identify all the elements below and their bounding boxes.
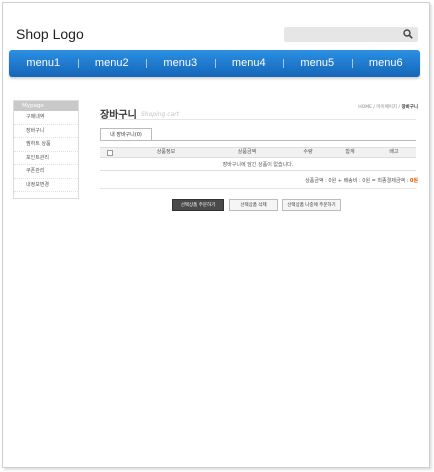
breadcrumb-current: 장바구니 [401, 105, 418, 110]
search-icon[interactable] [403, 29, 413, 39]
empty-cart-message: 장바구니에 담긴 상품이 없습니다. [100, 159, 416, 171]
final-amount-label: = 최종결제금액 : [370, 178, 410, 184]
page-subtitle: Shoping cart [141, 111, 180, 118]
shop-logo[interactable]: Shop Logo [16, 26, 84, 42]
column-note: 배고 [389, 149, 399, 155]
nav-item-menu6[interactable]: menu6 [351, 50, 421, 77]
nav-item-menu1[interactable]: menu1 [9, 50, 78, 77]
nav-item-menu3[interactable]: menu3 [146, 50, 215, 77]
nav-item-menu2[interactable]: menu2 [77, 50, 147, 77]
sidebar-item-wishlist[interactable]: 찜하트 상품 [14, 138, 78, 152]
shipping-fee-label: + 배송비 : [336, 178, 363, 184]
title-divider [100, 119, 416, 120]
order-later-button[interactable]: 선택상품 나중에 주문하기 [282, 199, 341, 211]
sidebar-item-orders[interactable]: 구매내역 [14, 111, 78, 125]
search-input[interactable] [284, 27, 418, 42]
breadcrumb-mypage[interactable]: 마이페이지 [376, 105, 397, 110]
tab-divider [100, 140, 416, 141]
order-selected-button[interactable]: 선택상품 주문하기 [172, 199, 224, 211]
nav-item-menu4[interactable]: menu4 [214, 50, 284, 77]
cart-totals: 상품금액 : 0원 + 배송비 : 0원 = 최종결제금액 : 0원 [305, 177, 418, 184]
sidebar-item-points[interactable]: 포인트관리 [14, 152, 78, 165]
sidebar-item-profile[interactable]: 내정보변경 [14, 179, 78, 192]
shipping-fee-value: 0원 [362, 178, 371, 184]
breadcrumb: HOME / 마이페이지 / 장바구니 [358, 104, 418, 110]
final-amount-value: 0원 [409, 178, 418, 184]
column-product-price: 상품금액 [237, 149, 257, 155]
column-quantity: 수량 [303, 149, 313, 155]
main-nav: menu1 menu2 menu3 menu4 menu5 menu6 [9, 50, 420, 77]
totals-divider [100, 188, 416, 189]
sidebar-title: Mypage [14, 101, 78, 111]
sidebar-item-cart[interactable]: 장바구니 [14, 125, 78, 138]
nav-item-menu5[interactable]: menu5 [283, 50, 352, 77]
breadcrumb-home[interactable]: HOME [358, 105, 372, 110]
select-all-checkbox[interactable] [107, 150, 113, 156]
cart-table-header: 상품정보 상품금액 수량 합계 배고 [100, 147, 416, 158]
delete-selected-button[interactable]: 선택상품 삭제 [229, 199, 278, 211]
sidebar-item-coupons[interactable]: 쿠폰관리 [14, 165, 78, 179]
mypage-sidebar: Mypage 구매내역 장바구니 찜하트 상품 포인트관리 쿠폰관리 내정보변경 [13, 100, 79, 199]
column-product-info: 상품정보 [156, 149, 176, 155]
goods-amount-label: 상품금액 : [305, 178, 329, 184]
column-total: 합계 [345, 149, 355, 155]
